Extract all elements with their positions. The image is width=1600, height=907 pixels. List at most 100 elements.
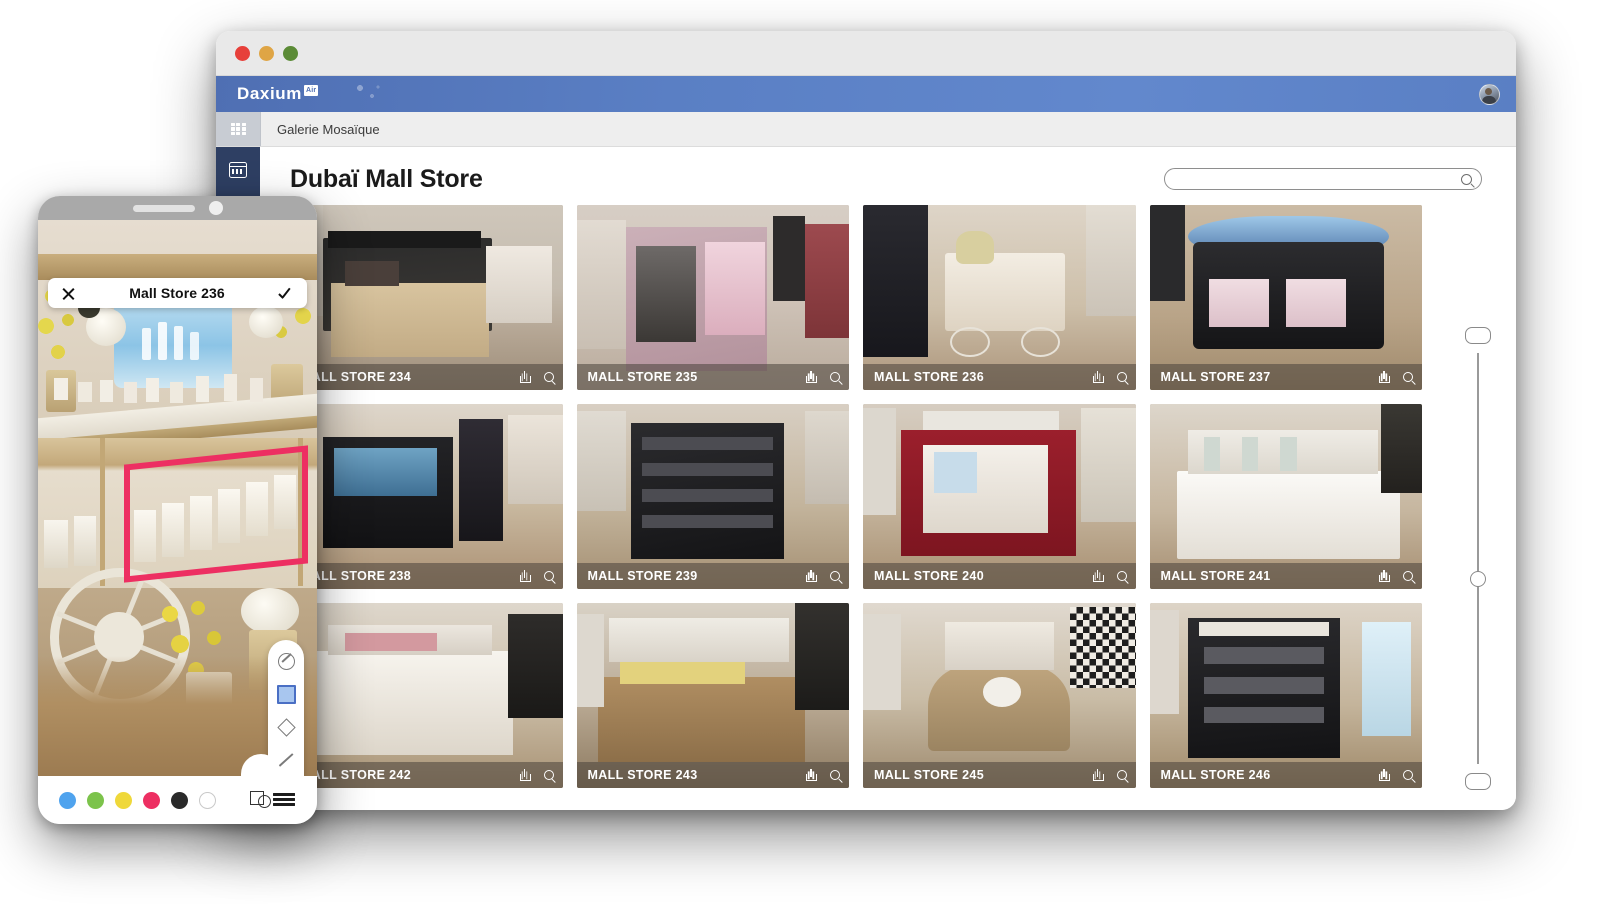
upload-icon[interactable] [1092,570,1104,582]
gallery-tile[interactable]: MALL STORE 246 [1149,603,1422,788]
phone-title: Mall Store 236 [129,285,225,301]
upload-icon[interactable] [519,371,531,383]
color-swatch-green[interactable] [87,791,104,809]
gallery-tile[interactable]: MALL STORE 237 [1149,205,1422,390]
search-icon[interactable] [1116,770,1127,780]
slider-min-button[interactable] [1465,773,1491,790]
rectangle-tool[interactable] [276,684,296,704]
window-minimize-button[interactable] [259,45,274,61]
phone-camera [208,201,223,215]
gallery-tile[interactable]: MALL STORE 242 [290,603,563,788]
nav-strip: Galerie Mosaïque [216,112,1516,147]
tile-label: MALL STORE 237 [1160,370,1271,384]
annotation-rectangle[interactable] [124,445,308,583]
upload-icon[interactable] [806,769,817,781]
search-icon[interactable] [543,571,554,581]
gallery-tile[interactable]: MALL STORE 239 [576,404,849,589]
brand-bar: Daxium Air [216,76,1516,112]
tile-photo [290,404,563,589]
search-icon[interactable] [830,571,840,581]
phone-screen: Mall Store 236 [38,220,317,776]
tile-photo [863,404,1136,589]
slider-thumb[interactable] [1470,571,1486,588]
search-icon[interactable] [1403,372,1413,382]
upload-icon[interactable] [806,371,817,383]
tile-caption: MALL STORE 242 [290,762,563,788]
tile-caption: MALL STORE 246 [1149,762,1422,788]
search-icon[interactable] [1116,571,1127,581]
gallery-tile[interactable]: MALL STORE 241 [1149,404,1422,589]
window-title-bar [216,31,1516,76]
diamond-tool[interactable] [276,717,296,737]
tile-caption: MALL STORE 235 [576,364,849,390]
slider-track[interactable] [1470,353,1486,764]
phone-top-bar [38,196,317,220]
app-window: Daxium Air Galerie Mosaïque Dubaï Mall S… [216,31,1516,810]
tile-caption: MALL STORE 243 [576,762,849,788]
slider-max-button[interactable] [1465,327,1491,344]
upload-icon[interactable] [1092,769,1104,781]
tile-caption: MALL STORE 239 [576,563,849,589]
shapes-icon[interactable] [250,791,272,809]
menu-icon[interactable] [273,793,295,806]
tile-photo [1149,603,1422,788]
upload-icon[interactable] [1092,371,1104,383]
brand-name: Daxium [237,84,303,103]
check-icon[interactable] [279,287,293,300]
color-swatch-yellow[interactable] [115,791,132,809]
color-swatches [59,791,216,809]
tile-photo [863,205,1136,390]
tile-photo [576,603,849,788]
gallery-tile[interactable]: MALL STORE 245 [863,603,1136,788]
color-swatch-pink[interactable] [143,791,160,809]
gallery-tile[interactable]: MALL STORE 235 [576,205,849,390]
upload-icon[interactable] [1379,769,1390,781]
upload-icon[interactable] [1379,371,1390,383]
upload-icon[interactable] [1379,570,1390,582]
avatar[interactable] [1479,83,1500,105]
search-icon [1461,173,1472,185]
color-swatch-white[interactable] [199,791,216,809]
search-icon[interactable] [543,372,554,382]
tile-label: MALL STORE 240 [874,569,985,583]
tile-photo [1149,205,1422,390]
upload-icon[interactable] [519,769,531,781]
app-logo[interactable]: Daxium Air [237,84,319,104]
search-box[interactable] [1164,168,1482,190]
tile-caption: MALL STORE 240 [863,563,1136,589]
tile-label: MALL STORE 241 [1160,569,1271,583]
zoom-slider[interactable] [1440,205,1516,810]
sidebar-item-calendar[interactable] [227,159,249,181]
gallery-tile[interactable]: MALL STORE 234 [290,205,563,390]
tile-caption: MALL STORE 234 [290,364,563,390]
tile-caption: MALL STORE 241 [1149,563,1422,589]
color-swatch-black[interactable] [171,791,188,809]
search-input[interactable] [1177,172,1461,186]
gallery-tile[interactable]: MALL STORE 236 [863,205,1136,390]
pen-tool[interactable] [276,651,296,671]
brand-superscript: Air [304,85,319,96]
gallery-tile[interactable]: MALL STORE 238 [290,404,563,589]
line-icon [278,753,294,767]
tile-label: MALL STORE 242 [301,768,412,782]
nav-grid-button[interactable] [216,112,261,146]
upload-icon[interactable] [519,570,531,582]
window-zoom-button[interactable] [283,45,298,61]
page-title: Dubaï Mall Store [290,164,483,193]
tile-label: MALL STORE 234 [301,370,412,384]
search-icon[interactable] [830,372,840,382]
search-icon[interactable] [543,770,554,780]
tile-caption: MALL STORE 238 [290,563,563,589]
gallery-tile[interactable]: MALL STORE 243 [576,603,849,788]
content-header: Dubaï Mall Store [260,159,1516,199]
window-close-button[interactable] [235,45,250,61]
upload-icon[interactable] [806,570,817,582]
search-icon[interactable] [1116,372,1127,382]
tile-photo [290,205,563,390]
close-icon[interactable] [62,287,75,300]
search-icon[interactable] [1403,571,1413,581]
gallery-tile[interactable]: MALL STORE 240 [863,404,1136,589]
search-icon[interactable] [1403,770,1413,780]
search-icon[interactable] [830,770,840,780]
color-swatch-blue[interactable] [59,791,76,809]
